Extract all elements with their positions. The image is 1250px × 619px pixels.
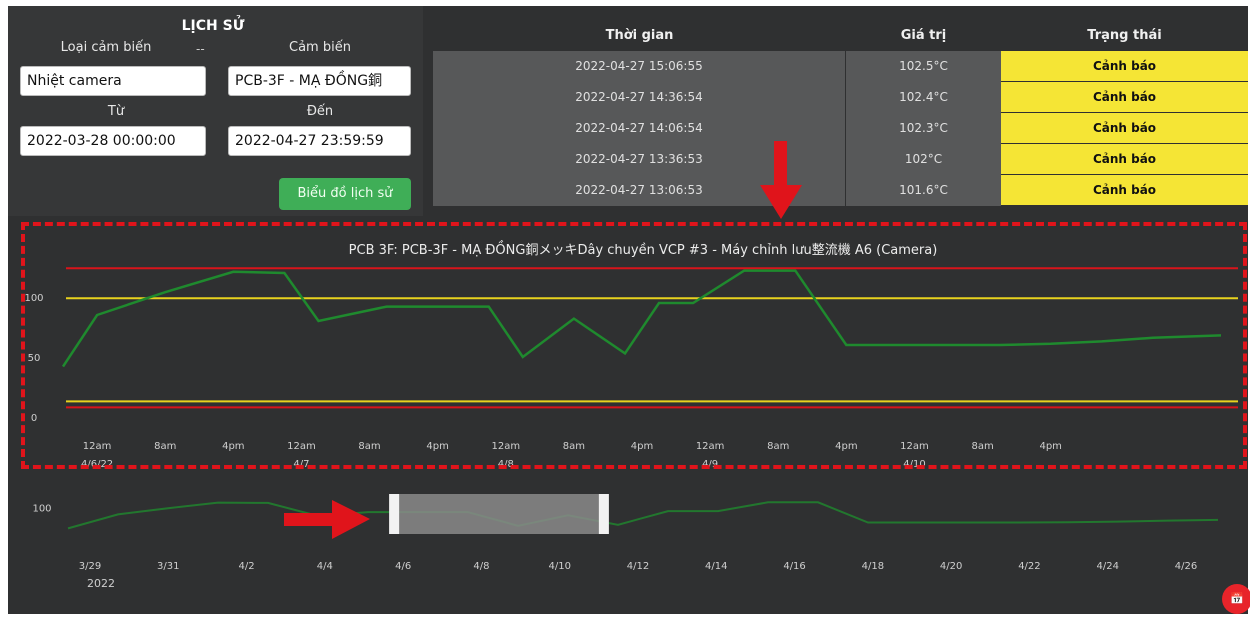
calendar-icon[interactable]: 📅: [1222, 584, 1250, 614]
cell-value: 102°C: [846, 144, 1001, 175]
range-x-tick-label: 4/26: [1175, 561, 1197, 572]
table-row[interactable]: 2022-04-27 13:06:53 101.6°C Cảnh báo: [433, 175, 1248, 206]
cell-value: 102.5°C: [846, 51, 1001, 82]
from-date-input[interactable]: 2022-03-28 00:00:00: [20, 126, 206, 156]
status-badge: Cảnh báo: [1001, 82, 1248, 113]
cell-time: 2022-04-27 14:36:54: [433, 82, 846, 113]
range-x-tick-label: 4/16: [783, 561, 805, 572]
table-row[interactable]: 2022-04-27 14:06:54 102.3°C Cảnh báo: [433, 113, 1248, 144]
header-status[interactable]: Trạng thái: [1001, 20, 1248, 51]
history-form: LỊCH SỬ -- Loại cảm biến Cảm biến Nhiệt …: [8, 6, 423, 216]
range-selection: [389, 494, 609, 534]
header-value[interactable]: Giá trị: [846, 20, 1001, 51]
range-series-line: [67, 501, 1219, 530]
from-label: Từ: [107, 104, 125, 119]
to-label: Đến: [306, 104, 334, 119]
range-x-tick-label: 4/22: [1018, 561, 1040, 572]
range-y-tick-label: 100: [32, 504, 51, 515]
separator: --: [196, 42, 205, 56]
status-badge: Cảnh báo: [1001, 175, 1248, 206]
range-handle-left: [389, 494, 400, 534]
range-x-tick-label: 4/8: [473, 561, 489, 572]
status-badge: Cảnh báo: [1001, 113, 1248, 144]
range-year-label: 2022: [87, 577, 115, 590]
sensor-type-select[interactable]: Nhiệt camera: [20, 66, 206, 96]
range-handle-right: [598, 494, 609, 534]
range-x-tick-label: 4/24: [1096, 561, 1118, 572]
table-row[interactable]: 2022-04-27 14:36:54 102.4°C Cảnh báo: [433, 82, 1248, 113]
history-table: Thời gian Giá trị Trạng thái 2022-04-27 …: [433, 20, 1248, 206]
range-x-tick-label: 4/12: [627, 561, 649, 572]
status-badge: Cảnh báo: [1001, 51, 1248, 82]
sensor-select[interactable]: PCB-3F - MẠ ĐỒNG銅: [228, 66, 411, 96]
cell-value: 102.4°C: [846, 82, 1001, 113]
cell-time: 2022-04-27 14:06:54: [433, 113, 846, 144]
range-x-tick-label: 4/10: [548, 561, 570, 572]
range-x-tick-label: 4/4: [317, 561, 333, 572]
range-x-tick-label: 4/14: [705, 561, 727, 572]
table-row[interactable]: 2022-04-27 15:06:55 102.5°C Cảnh báo: [433, 51, 1248, 82]
highlight-box: [21, 222, 1247, 469]
arrow-down-icon: [760, 141, 802, 219]
range-x-tick-label: 3/29: [79, 561, 101, 572]
range-x-tick-label: 3/31: [157, 561, 179, 572]
table-row[interactable]: 2022-04-27 13:36:53 102°C Cảnh báo: [433, 144, 1248, 175]
to-date-input[interactable]: 2022-04-27 23:59:59: [228, 126, 411, 156]
range-x-tick-label: 4/2: [239, 561, 255, 572]
range-x-tick-label: 4/20: [940, 561, 962, 572]
arrow-right-icon: [284, 500, 370, 539]
page-title: LỊCH SỬ: [181, 18, 245, 34]
table-header: Thời gian Giá trị Trạng thái: [433, 20, 1248, 51]
range-x-tick-label: 4/18: [862, 561, 884, 572]
range-navigator[interactable]: 100 3/29 3/31 4/2 4/4 4/6 4/8 4/10 4/12 4/14 4/16…: [8, 486, 1248, 614]
range-x-tick-label: 4/6: [395, 561, 411, 572]
history-chart-button[interactable]: Biểu đồ lịch sử: [279, 178, 411, 210]
sensor-type-label: Loại cảm biến: [60, 40, 152, 55]
cell-value: 102.3°C: [846, 113, 1001, 144]
cell-time: 2022-04-27 15:06:55: [433, 51, 846, 82]
header-time[interactable]: Thời gian: [433, 20, 846, 51]
cell-value: 101.6°C: [846, 175, 1001, 206]
sensor-label: Cảm biến: [289, 40, 351, 55]
status-badge: Cảnh báo: [1001, 144, 1248, 175]
